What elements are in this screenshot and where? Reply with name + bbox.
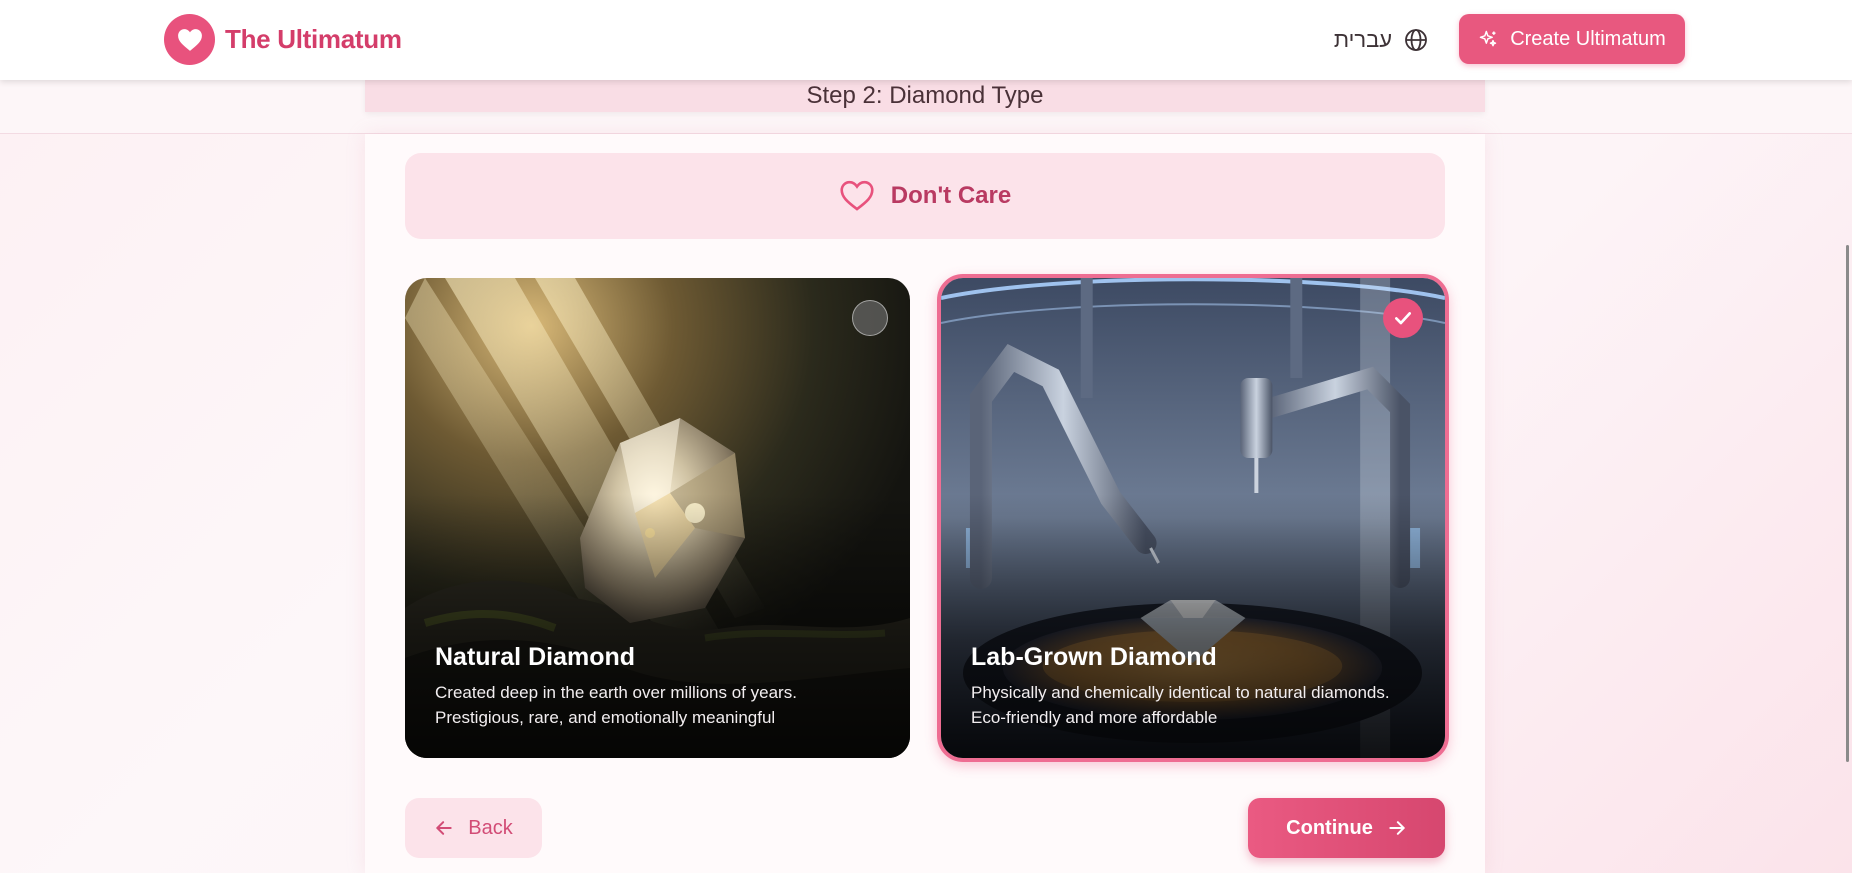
continue-label: Continue: [1286, 816, 1373, 839]
dont-care-label: Don't Care: [890, 182, 1012, 209]
back-button[interactable]: Back: [405, 798, 542, 858]
brand-logo[interactable]: The Ultimatum: [164, 14, 402, 65]
arrow-right-icon: [1389, 821, 1405, 835]
check-icon: [1383, 298, 1423, 338]
heart-outline-icon: [840, 180, 874, 211]
create-button-label: Create Ultimatum: [1510, 27, 1666, 50]
sparkles-icon: [1479, 30, 1497, 47]
page-scrollbar[interactable]: [1846, 245, 1849, 762]
continue-button[interactable]: Continue: [1248, 798, 1445, 858]
heart-icon: [164, 14, 215, 65]
card-description-line: Eco-friendly and more affordable: [971, 708, 1218, 727]
card-title: Natural Diamond: [435, 643, 636, 671]
back-label: Back: [468, 816, 513, 839]
natural-diamond-card[interactable]: Natural Diamond Created deep in the eart…: [405, 278, 910, 758]
card-description-line: Physically and chemically identical to n…: [971, 683, 1390, 702]
arrow-left-icon: [436, 821, 452, 835]
language-label: עברית: [1333, 27, 1393, 52]
brand-name: The Ultimatum: [225, 24, 402, 54]
card-description-line: Prestigious, rare, and emotionally meani…: [435, 708, 776, 727]
card-description: Physically and chemically identical to n…: [971, 680, 1431, 730]
top-header: The Ultimatum עברית Create Ultimatum: [0, 0, 1852, 80]
card-title: Lab-Grown Diamond: [971, 643, 1217, 671]
card-description-line: Created deep in the earth over millions …: [435, 683, 797, 702]
lab-grown-diamond-card[interactable]: Lab-Grown Diamond Physically and chemica…: [937, 274, 1449, 762]
globe-icon: [1405, 29, 1427, 51]
step-title: Step 2: Diamond Type: [365, 80, 1485, 112]
language-switcher[interactable]: עברית: [1326, 14, 1436, 66]
card-description: Created deep in the earth over millions …: [435, 680, 895, 730]
dont-care-option[interactable]: Don't Care: [405, 153, 1445, 239]
unselected-radio-indicator: [852, 300, 888, 336]
create-ultimatum-button[interactable]: Create Ultimatum: [1459, 14, 1685, 64]
